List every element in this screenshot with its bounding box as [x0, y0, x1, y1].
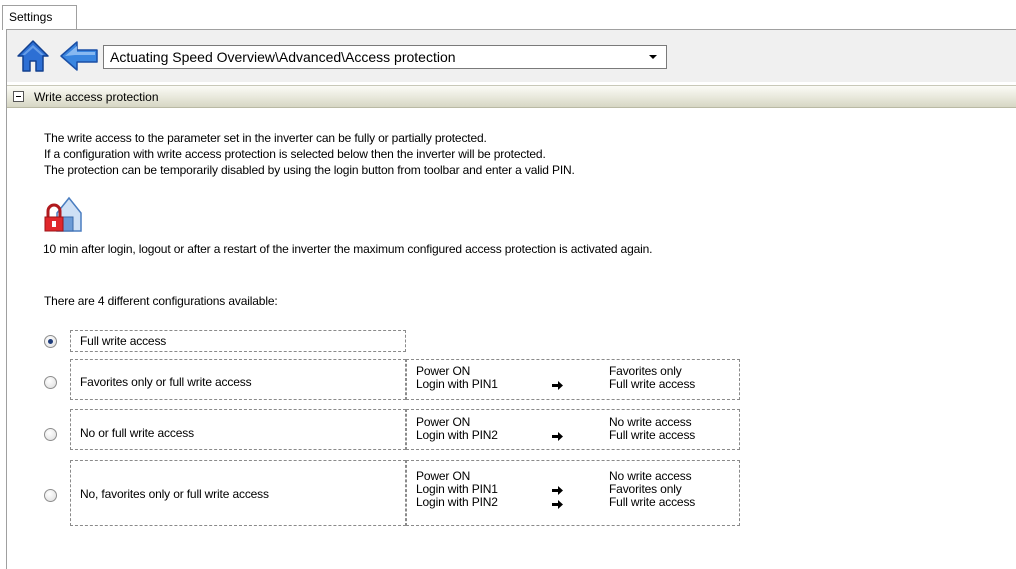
- section-title: Write access protection: [34, 90, 159, 104]
- option-label-no-favorites-or-full: No, favorites only or full write access: [80, 487, 269, 501]
- back-button[interactable]: [59, 40, 99, 72]
- arrow-right-icon: [552, 381, 563, 390]
- intro-line-3: The protection can be temporarily disabl…: [44, 163, 575, 177]
- home-button[interactable]: [16, 39, 50, 73]
- tab-strip: Settings: [0, 0, 1016, 30]
- option-label-favorites-or-full: Favorites only or full write access: [80, 375, 252, 389]
- settings-panel: Actuating Speed Overview\Advanced\Access…: [6, 29, 1016, 569]
- home-icon: [17, 40, 49, 72]
- collapse-icon[interactable]: [13, 91, 24, 102]
- chevron-down-icon[interactable]: [644, 47, 662, 67]
- intro-line-1: The write access to the parameter set in…: [44, 131, 487, 145]
- tab-label: Settings: [9, 10, 53, 24]
- intro-line-2: If a configuration with write access pro…: [44, 147, 546, 161]
- option-label-full-write-access: Full write access: [80, 334, 167, 348]
- condition-login-pin1: Login with PIN1: [416, 377, 498, 391]
- result-full-write-access: Full write access: [609, 428, 696, 442]
- navigation-toolbar: Actuating Speed Overview\Advanced\Access…: [7, 30, 1016, 82]
- radio-full-write-access[interactable]: [44, 335, 57, 348]
- condition-login-pin2: Login with PIN2: [416, 428, 498, 442]
- radio-no-or-full[interactable]: [44, 428, 57, 441]
- radio-favorites-or-full[interactable]: [44, 376, 57, 389]
- configs-heading: There are 4 different configurations ava…: [44, 294, 278, 308]
- lock-icon: [43, 195, 85, 235]
- result-full-write-access: Full write access: [609, 377, 696, 391]
- timeout-note: 10 min after login, logout or after a re…: [43, 242, 653, 256]
- section-header[interactable]: Write access protection: [7, 85, 1016, 108]
- arrow-right-icon: [552, 500, 563, 509]
- result-full-write-access: Full write access: [609, 495, 696, 509]
- option-label-no-or-full: No or full write access: [80, 426, 194, 440]
- arrow-right-icon: [552, 432, 563, 441]
- path-dropdown[interactable]: Actuating Speed Overview\Advanced\Access…: [103, 45, 667, 69]
- path-dropdown-value: Actuating Speed Overview\Advanced\Access…: [110, 49, 456, 65]
- back-arrow-icon: [60, 41, 98, 71]
- arrow-right-icon: [552, 486, 563, 495]
- radio-no-favorites-or-full[interactable]: [44, 489, 57, 502]
- condition-login-pin2: Login with PIN2: [416, 495, 498, 509]
- tab-settings[interactable]: Settings: [2, 5, 77, 30]
